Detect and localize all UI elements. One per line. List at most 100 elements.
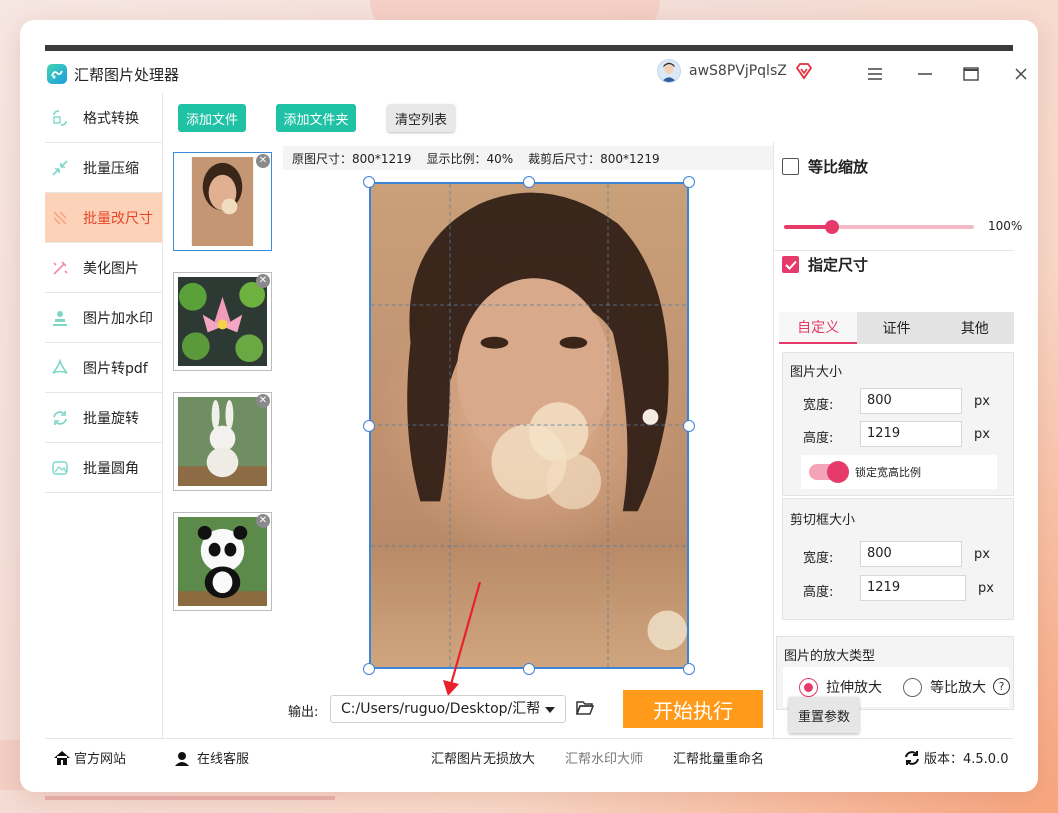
sidebar-item-watermark[interactable]: 图片加水印 <box>45 293 162 343</box>
thumbnail-lotus[interactable]: ✕ <box>173 272 272 371</box>
service-link[interactable]: 在线客服 <box>173 748 249 767</box>
clear-list-button[interactable]: 清空列表 <box>387 104 455 132</box>
stretch-radio-dot[interactable] <box>799 677 818 697</box>
sidebar-item-label: 批量改尺寸 <box>83 210 153 227</box>
proportional-radio-dot[interactable] <box>903 677 922 697</box>
height-input[interactable]: 1219 <box>860 421 962 447</box>
tab-id-photo[interactable]: 证件 <box>857 312 935 344</box>
preview-canvas <box>283 170 773 683</box>
crop-handle-top[interactable] <box>523 176 535 188</box>
proportional-scale-label: 等比缩放 <box>808 158 869 176</box>
crop-handle-right[interactable] <box>683 420 695 432</box>
tab-custom[interactable]: 自定义 <box>779 312 858 344</box>
thumbnail-rabbit[interactable]: ✕ <box>173 392 272 491</box>
display-ratio: 显示比例：40% <box>426 151 514 166</box>
divider <box>774 250 1014 251</box>
original-size: 原图尺寸：800*1219 <box>292 151 412 166</box>
help-icon[interactable]: ? <box>993 678 1010 695</box>
username[interactable]: awS8PVjPqlsZ <box>689 63 787 79</box>
resize-icon <box>51 209 69 227</box>
start-button[interactable]: 开始执行 <box>623 690 763 728</box>
toggle-knob <box>827 461 849 483</box>
specify-size-checkbox[interactable] <box>782 256 799 273</box>
version-info[interactable]: 版本：4.5.0.0 <box>903 748 1008 767</box>
app-window: 汇帮图片处理器 awS8PVjPqlsZ 格式转换 批量压缩 批量改尺寸 美化图… <box>20 20 1038 792</box>
crop-handle-top-left[interactable] <box>363 176 375 188</box>
sidebar-item-rotate[interactable]: 批量旋转 <box>45 393 162 443</box>
link-batch-rename[interactable]: 汇帮批量重命名 <box>673 748 764 767</box>
folder-open-icon[interactable] <box>576 700 594 716</box>
crop-width-input[interactable]: 800 <box>860 541 962 567</box>
chevron-down-icon[interactable] <box>545 707 555 713</box>
reset-button[interactable]: 重置参数 <box>789 697 859 733</box>
format-convert-icon <box>51 109 69 127</box>
tab-other[interactable]: 其他 <box>936 312 1014 344</box>
width-label: 宽度: <box>803 398 834 413</box>
maximize-icon[interactable] <box>957 60 985 88</box>
sidebar-item-resize[interactable]: 批量改尺寸 <box>45 193 162 243</box>
home-icon <box>54 750 70 765</box>
link-label: 汇帮图片无损放大 <box>431 752 536 767</box>
crop-height-label: 高度: <box>803 585 834 600</box>
version-label: 版本：4.5.0.0 <box>924 752 1009 767</box>
preview-image[interactable] <box>369 182 689 669</box>
vip-diamond-icon[interactable] <box>795 62 813 80</box>
lock-ratio-label: 锁定宽高比例 <box>855 466 921 479</box>
sidebar-item-format-convert[interactable]: 格式转换 <box>45 93 162 143</box>
sidebar-item-beautify[interactable]: 美化图片 <box>45 243 162 293</box>
sidebar-item-pdf[interactable]: 图片转pdf <box>45 343 162 393</box>
stretch-radio[interactable]: 拉伸放大 <box>799 677 882 697</box>
stretch-label: 拉伸放大 <box>826 680 882 696</box>
size-tabs: 自定义 证件 其他 <box>779 312 1014 344</box>
annotation-arrow-icon <box>443 581 482 696</box>
image-info-bar: 原图尺寸：800*1219 显示比例：40% 裁剪后尺寸：800*1219 <box>283 146 773 170</box>
link-lossless-enlarge[interactable]: 汇帮图片无损放大 <box>431 748 535 767</box>
scale-slider-knob[interactable] <box>824 220 839 234</box>
link-watermark-master[interactable]: 汇帮水印大师 <box>565 748 643 767</box>
proportional-radio[interactable]: 等比放大 <box>903 677 986 697</box>
close-icon[interactable] <box>1007 60 1035 88</box>
refresh-icon <box>905 750 919 765</box>
sidebar-item-label: 图片加水印 <box>83 310 153 327</box>
proportional-scale-checkbox[interactable] <box>782 158 799 175</box>
watermark-icon <box>51 309 69 327</box>
user-area[interactable]: awS8PVjPqlsZ <box>657 59 813 83</box>
scale-slider[interactable] <box>784 220 974 234</box>
scale-value: 100% <box>988 219 1023 233</box>
lock-ratio-toggle[interactable] <box>809 461 849 483</box>
crop-handle-left[interactable] <box>363 420 375 432</box>
crop-handle-bottom-right[interactable] <box>683 663 695 675</box>
sidebar: 格式转换 批量压缩 批量改尺寸 美化图片 图片加水印 图片转pdf 批量旋转 批… <box>45 93 163 738</box>
crop-handle-top-right[interactable] <box>683 176 695 188</box>
remove-icon[interactable]: ✕ <box>256 394 270 408</box>
width-unit: px <box>974 394 990 409</box>
title-bar: 汇帮图片处理器 awS8PVjPqlsZ <box>45 56 1027 92</box>
proportional-scale-option[interactable]: 等比缩放 <box>782 156 868 177</box>
specify-size-option[interactable]: 指定尺寸 <box>782 254 868 275</box>
website-link[interactable]: 官方网站 <box>53 748 126 767</box>
add-folder-button[interactable]: 添加文件夹 <box>276 104 356 132</box>
footer: 官方网站 在线客服 汇帮图片无损放大 汇帮水印大师 汇帮批量重命名 版本：4.5… <box>45 738 1013 772</box>
crop-height-input[interactable]: 1219 <box>860 575 966 601</box>
headset-icon <box>175 751 189 766</box>
thumbnail-list: ✕ ✕ ✕ ✕ <box>163 142 283 738</box>
avatar[interactable] <box>657 59 681 83</box>
remove-icon[interactable]: ✕ <box>256 154 270 168</box>
width-input[interactable]: 800 <box>860 388 962 414</box>
crop-handle-bottom-left[interactable] <box>363 663 375 675</box>
menu-icon[interactable] <box>861 60 889 88</box>
output-path: C:/Users/ruguo/Desktop/汇帮 <box>341 701 541 717</box>
thumbnail-panda[interactable]: ✕ <box>173 512 272 611</box>
add-file-button[interactable]: 添加文件 <box>178 104 246 132</box>
crop-handle-bottom[interactable] <box>523 663 535 675</box>
thumbnail-portrait[interactable]: ✕ <box>173 152 272 251</box>
sidebar-item-compress[interactable]: 批量压缩 <box>45 143 162 193</box>
height-unit: px <box>974 427 990 442</box>
sidebar-item-rounded-corner[interactable]: 批量圆角 <box>45 443 162 493</box>
service-label: 在线客服 <box>197 752 250 767</box>
minimize-icon[interactable] <box>911 60 939 88</box>
remove-icon[interactable]: ✕ <box>256 514 270 528</box>
output-path-select[interactable]: C:/Users/ruguo/Desktop/汇帮 <box>330 695 566 723</box>
remove-icon[interactable]: ✕ <box>256 274 270 288</box>
sidebar-item-label: 美化图片 <box>83 260 139 277</box>
